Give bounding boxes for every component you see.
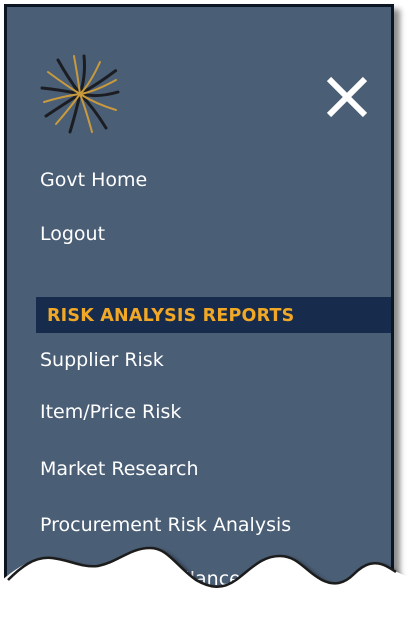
govt-home-link[interactable]: Govt Home <box>40 169 147 191</box>
starburst-logo-icon <box>40 54 120 134</box>
screenshot-stage: Govt Home Logout RISK ANALYSIS REPORTS S… <box>0 0 420 621</box>
menu-item-supplier-risk[interactable]: Supplier Risk <box>40 349 164 371</box>
menu-item-procurement-risk-analysis[interactable]: Procurement Risk Analysis <box>40 514 291 536</box>
menu-item-market-research[interactable]: Market Research <box>40 458 199 480</box>
side-menu-panel: Govt Home Logout RISK ANALYSIS REPORTS S… <box>4 4 394 604</box>
logout-link[interactable]: Logout <box>40 223 105 245</box>
close-icon[interactable] <box>319 69 375 125</box>
menu-item-supplier-surveillance[interactable]: Supplier Surveillance <box>40 568 241 590</box>
menu-item-item-price-risk[interactable]: Item/Price Risk <box>40 401 181 423</box>
section-header-risk-analysis-reports: RISK ANALYSIS REPORTS <box>36 297 391 333</box>
